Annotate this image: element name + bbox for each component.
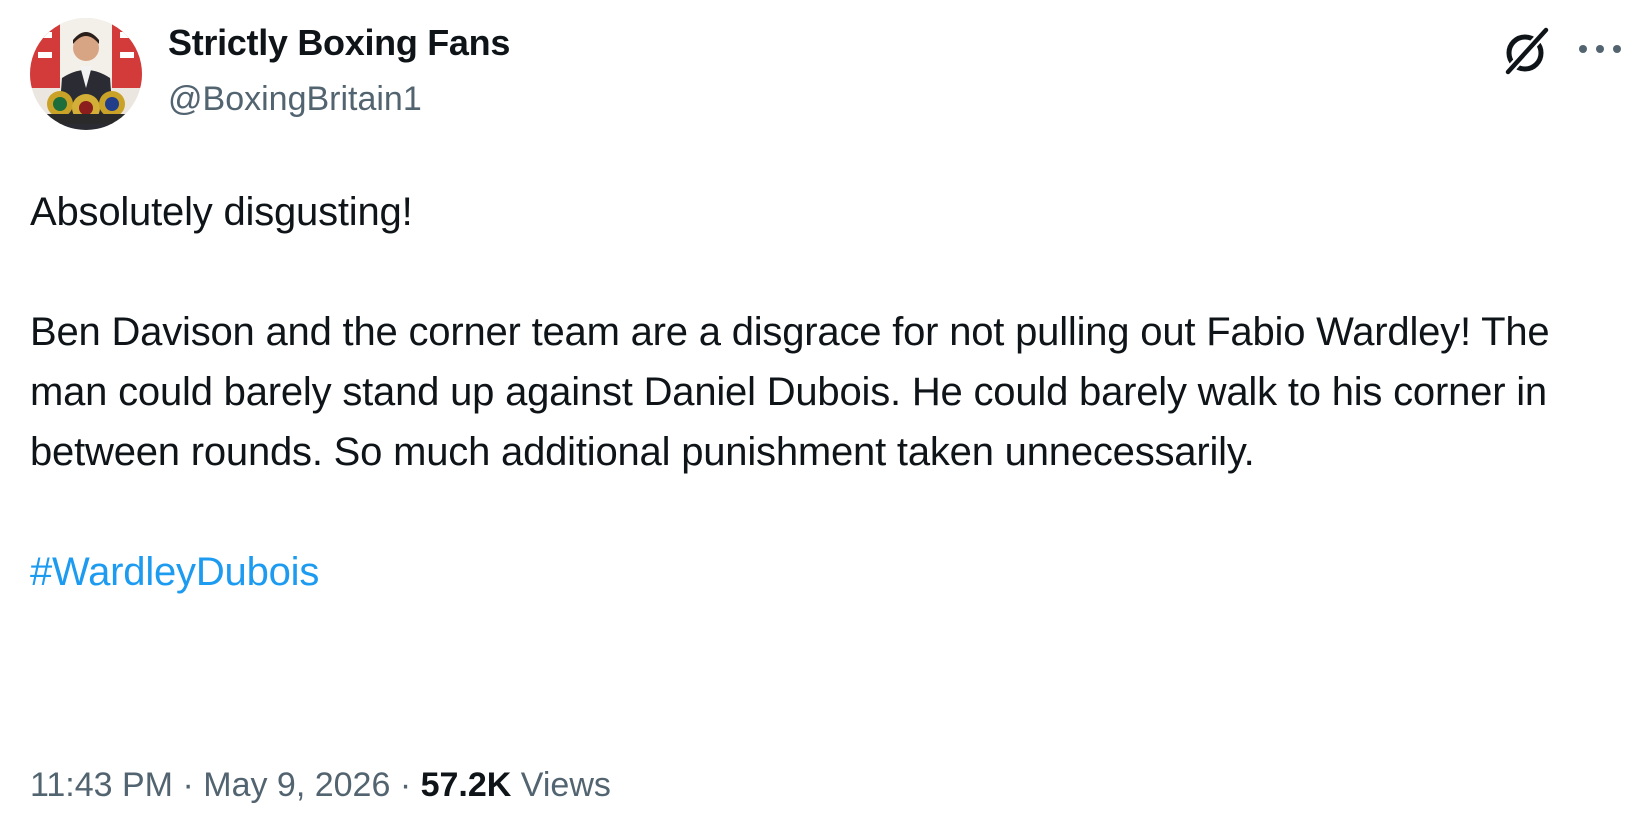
- avatar[interactable]: [30, 18, 142, 130]
- tweet-date[interactable]: May 9, 2026: [203, 766, 390, 804]
- views-label: Views: [520, 766, 611, 804]
- more-icon[interactable]: [1573, 34, 1627, 64]
- meta-separator: ·: [182, 766, 194, 804]
- views-count: 57.2K: [420, 766, 512, 804]
- tweet-text-paragraph: Ben Davison and the corner team are a di…: [30, 310, 1550, 474]
- author-display-name[interactable]: Strictly Boxing Fans: [168, 22, 510, 64]
- author-handle[interactable]: @BoxingBritain1: [168, 80, 422, 119]
- tweet-meta: 11:43 PM · May 9, 2026 · 57.2K Views: [30, 766, 611, 805]
- hashtag-link[interactable]: #WardleyDubois: [30, 550, 319, 594]
- tweet-time[interactable]: 11:43 PM: [30, 766, 173, 804]
- tweet-text: Absolutely disgusting! Ben Davison and t…: [30, 182, 1630, 602]
- meta-separator: ·: [399, 766, 412, 804]
- tweet: Strictly Boxing Fans @BoxingBritain1 Abs…: [0, 0, 1650, 825]
- tweet-text-line1: Absolutely disgusting!: [30, 190, 413, 234]
- grok-icon[interactable]: [1500, 24, 1554, 78]
- avatar-image: [30, 18, 142, 130]
